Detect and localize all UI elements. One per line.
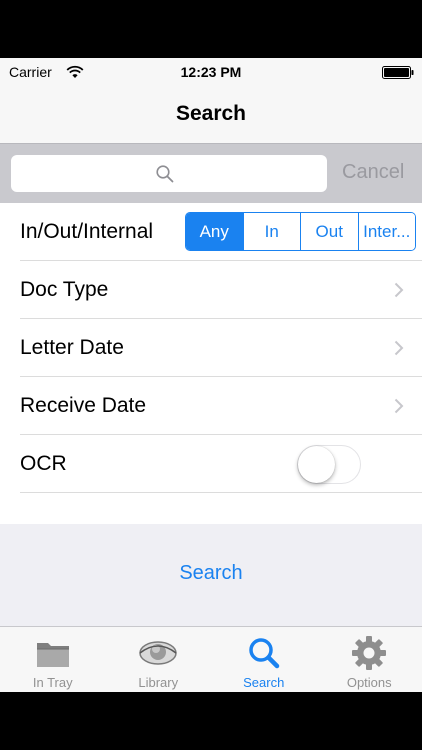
tab-search[interactable]: Search <box>211 627 317 692</box>
tab-label: Options <box>346 675 392 690</box>
battery-icon <box>382 66 414 79</box>
receive-date-row[interactable]: Receive Date <box>20 377 422 435</box>
chevron-right-icon <box>394 398 404 414</box>
chevron-right-icon <box>394 340 404 356</box>
status-bar: Carrier 12:23 PM <box>0 58 422 86</box>
tab-label: Library <box>138 675 179 690</box>
page-title: Search <box>175 102 247 125</box>
direction-label: In/Out/Internal <box>20 220 154 243</box>
letter-date-label: Letter Date <box>20 336 124 359</box>
chevron-right-icon <box>394 282 404 298</box>
toggle-knob <box>298 446 335 483</box>
segment-internal[interactable]: Inter... <box>357 213 415 250</box>
tab-in-tray[interactable]: In Tray <box>0 627 106 692</box>
direction-segmented-control: Any In Out Inter... <box>185 212 416 251</box>
ocr-label: OCR <box>20 452 67 475</box>
search-bar: Cancel <box>0 143 422 203</box>
ocr-toggle[interactable] <box>297 445 361 484</box>
tab-bar: In Tray Library Search Options <box>0 626 422 692</box>
doc-type-row[interactable]: Doc Type <box>20 261 422 319</box>
tab-library[interactable]: Library <box>106 627 212 692</box>
clock-time: 12:23 PM <box>180 64 242 80</box>
device-top-bezel <box>0 0 422 58</box>
magnifier-icon <box>249 638 279 669</box>
tab-label: Search <box>243 675 285 690</box>
letter-date-row[interactable]: Letter Date <box>20 319 422 377</box>
device-bottom-bezel <box>0 692 422 750</box>
gear-icon <box>352 636 387 670</box>
tab-label: In Tray <box>32 675 73 690</box>
segment-out[interactable]: Out <box>300 213 358 250</box>
receive-date-label: Receive Date <box>20 394 147 417</box>
app-screen: Carrier 12:23 PM Search Cancel In/Out/In… <box>0 58 422 692</box>
segment-any[interactable]: Any <box>186 213 243 250</box>
doc-type-label: Doc Type <box>20 278 109 301</box>
segment-in[interactable]: In <box>242 213 300 250</box>
folder-icon <box>36 643 69 667</box>
eye-icon <box>139 641 177 665</box>
ocr-row: OCR <box>20 435 422 493</box>
search-icon <box>156 165 174 183</box>
tab-options[interactable]: Options <box>317 627 422 692</box>
navigation-bar: Search <box>0 86 422 143</box>
search-action-area: Search <box>0 524 422 626</box>
cancel-button[interactable]: Cancel <box>342 161 404 184</box>
direction-row: In/Out/Internal Any In Out Inter... <box>20 203 422 261</box>
search-button[interactable]: Search <box>0 562 422 585</box>
search-input[interactable] <box>11 155 327 192</box>
